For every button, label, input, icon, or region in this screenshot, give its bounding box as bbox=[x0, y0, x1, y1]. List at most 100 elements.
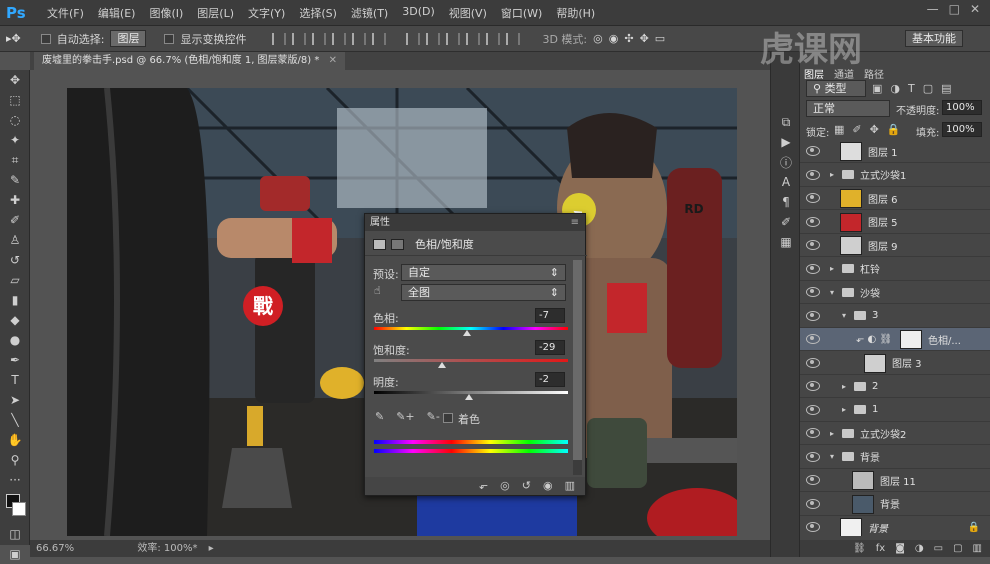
expand-closed-icon[interactable]: ▸ bbox=[830, 170, 834, 179]
new-group-icon[interactable]: ▭ bbox=[934, 540, 943, 557]
layer-row[interactable]: ▸ 1 bbox=[800, 399, 990, 422]
menu-item[interactable]: 文字(Y) bbox=[241, 5, 292, 21]
distribute-left-icon[interactable] bbox=[466, 32, 481, 45]
lock-all-icon[interactable]: 🔒 bbox=[887, 123, 901, 136]
distribute-bottom-icon[interactable] bbox=[446, 32, 461, 45]
gradient-tool-icon[interactable]: ▮ bbox=[0, 290, 30, 310]
workspace-dropdown[interactable]: 基本功能 bbox=[905, 30, 963, 47]
3d-roll-icon[interactable]: ◉ bbox=[609, 32, 619, 45]
document-tab[interactable]: 废墟里的拳击手.psd @ 66.7% (色相/饱和度 1, 图层蒙版/8) *… bbox=[34, 52, 345, 70]
paragraph-icon[interactable]: ¶ bbox=[771, 192, 801, 212]
menu-item[interactable]: 编辑(E) bbox=[91, 5, 143, 21]
visibility-eye-icon[interactable] bbox=[806, 193, 820, 203]
menu-item[interactable]: 图层(L) bbox=[190, 5, 241, 21]
zoom-tool-icon[interactable]: ⚲ bbox=[0, 450, 30, 470]
layer-filter-dropdown[interactable]: ⚲ 类型 bbox=[806, 80, 866, 97]
expand-closed-icon[interactable]: ▸ bbox=[842, 405, 846, 414]
layers-panel-tab[interactable]: 路径 bbox=[864, 66, 884, 81]
align-top-icon[interactable] bbox=[272, 32, 287, 45]
range-dropdown[interactable]: 全图 ⇕ bbox=[401, 284, 566, 301]
layer-row[interactable]: 图层 1 bbox=[800, 140, 990, 163]
expand-closed-icon[interactable]: ▸ bbox=[830, 264, 834, 273]
brush-settings-icon[interactable]: ✐ bbox=[771, 212, 801, 232]
color-swatches[interactable] bbox=[0, 490, 29, 524]
layer-row[interactable]: 图层 5 bbox=[800, 211, 990, 234]
distribute-top-icon[interactable] bbox=[406, 32, 421, 45]
distribute-right-icon[interactable] bbox=[506, 32, 521, 45]
character-icon[interactable]: A bbox=[771, 172, 801, 192]
status-arrow-icon[interactable]: ▸ bbox=[209, 543, 214, 554]
brush-tool-icon[interactable]: ✐ bbox=[0, 210, 30, 230]
align-left-icon[interactable] bbox=[332, 32, 347, 45]
visibility-eye-icon[interactable] bbox=[806, 475, 820, 485]
saturation-slider-track[interactable] bbox=[374, 359, 568, 362]
blend-mode-dropdown[interactable]: 正常 bbox=[806, 100, 890, 117]
auto-select-dropdown[interactable]: 图层 bbox=[110, 30, 147, 47]
filter-pixel-icon[interactable]: ▣ bbox=[872, 82, 882, 95]
visibility-eye-icon[interactable] bbox=[806, 169, 820, 180]
auto-select-checkbox[interactable] bbox=[40, 33, 51, 44]
zoom-readout[interactable]: 66.67% bbox=[36, 543, 74, 554]
close-icon[interactable]: ✕ bbox=[970, 2, 980, 16]
history-icon[interactable]: ⧉ bbox=[771, 112, 801, 132]
dodge-tool-icon[interactable]: ● bbox=[0, 330, 30, 350]
menu-item[interactable]: 滤镜(T) bbox=[344, 5, 395, 21]
align-hcenter-icon[interactable] bbox=[352, 32, 367, 45]
menu-item[interactable]: 选择(S) bbox=[292, 5, 344, 21]
hue-slider-knob[interactable] bbox=[463, 330, 472, 336]
3d-slide-icon[interactable]: ✥ bbox=[640, 32, 649, 45]
crop-tool-icon[interactable]: ⌗ bbox=[0, 150, 30, 170]
reset-icon[interactable]: ↺ bbox=[522, 477, 531, 495]
eyedropper-tool-icon[interactable]: ✎ bbox=[0, 170, 30, 190]
visibility-eye-icon[interactable] bbox=[806, 146, 820, 156]
layer-row[interactable]: ⬐ ◐ ⛓ 色相/... bbox=[800, 328, 990, 351]
preset-dropdown[interactable]: 自定 ⇕ bbox=[401, 264, 566, 281]
fill-input[interactable]: 100% bbox=[942, 122, 982, 137]
maximize-icon[interactable]: □ bbox=[949, 2, 960, 16]
quick-mask-icon[interactable]: ◫ bbox=[0, 524, 30, 544]
mask-icon[interactable] bbox=[391, 238, 404, 250]
visibility-eye-icon[interactable] bbox=[806, 381, 820, 391]
visibility-eye-icon[interactable] bbox=[806, 357, 820, 368]
filter-adjust-icon[interactable]: ◑ bbox=[890, 82, 900, 95]
actions-icon[interactable]: ▶ bbox=[771, 132, 801, 152]
pen-tool-icon[interactable]: ✒ bbox=[0, 350, 30, 370]
layer-row[interactable]: 背景 🔒 bbox=[800, 516, 990, 536]
marquee-tool-icon[interactable]: ⬚ bbox=[0, 90, 30, 110]
add-mask-icon[interactable]: ◙ bbox=[895, 540, 905, 557]
align-right-icon[interactable] bbox=[372, 32, 387, 45]
path-select-icon[interactable]: ➤ bbox=[0, 390, 30, 410]
visibility-eye-icon[interactable] bbox=[806, 240, 820, 250]
eyedropper-plus-icon[interactable]: ✎+ bbox=[396, 410, 414, 423]
eyedropper-minus-icon[interactable]: ✎- bbox=[427, 410, 440, 423]
lightness-value-input[interactable]: -2 bbox=[535, 372, 565, 387]
lock-position-icon[interactable]: ✥ bbox=[870, 123, 879, 136]
layer-row[interactable]: 图层 9 bbox=[800, 234, 990, 257]
type-tool-icon[interactable]: T bbox=[0, 370, 30, 390]
new-layer-icon[interactable]: ▢ bbox=[953, 540, 962, 557]
visibility-eye-icon[interactable] bbox=[806, 428, 820, 438]
info-icon[interactable]: ⓘ bbox=[771, 152, 801, 172]
targeted-adjustment-icon[interactable]: ☝ bbox=[374, 284, 381, 297]
menu-item[interactable]: 视图(V) bbox=[442, 5, 494, 21]
menu-item[interactable]: 文件(F) bbox=[40, 5, 91, 21]
filter-type-icon[interactable]: T bbox=[908, 82, 915, 95]
saturation-value-input[interactable]: -29 bbox=[535, 340, 565, 355]
menu-item[interactable]: 3D(D) bbox=[395, 5, 442, 21]
panel-menu-icon[interactable]: ≡ bbox=[571, 214, 579, 231]
visibility-eye-icon[interactable] bbox=[806, 287, 820, 297]
visibility-eye-icon[interactable] bbox=[806, 216, 820, 227]
delete-layer-icon[interactable]: ▥ bbox=[973, 540, 982, 557]
opacity-input[interactable]: 100% bbox=[942, 100, 982, 115]
expand-open-icon[interactable]: ▾ bbox=[842, 311, 846, 320]
link-layers-icon[interactable]: ⛓ bbox=[853, 540, 866, 557]
distribute-vcenter-icon[interactable] bbox=[426, 32, 441, 45]
layer-row[interactable]: ▸ 立式沙袋2 bbox=[800, 422, 990, 445]
new-adjustment-icon[interactable]: ◑ bbox=[915, 540, 924, 557]
menu-item[interactable]: 图像(I) bbox=[142, 5, 190, 21]
distribute-hcenter-icon[interactable] bbox=[486, 32, 501, 45]
view-previous-icon[interactable]: ◎ bbox=[500, 477, 510, 495]
magic-wand-icon[interactable]: ✦ bbox=[0, 130, 30, 150]
layer-row[interactable]: 背景 bbox=[800, 493, 990, 516]
layer-row[interactable]: ▸ 2 bbox=[800, 375, 990, 398]
